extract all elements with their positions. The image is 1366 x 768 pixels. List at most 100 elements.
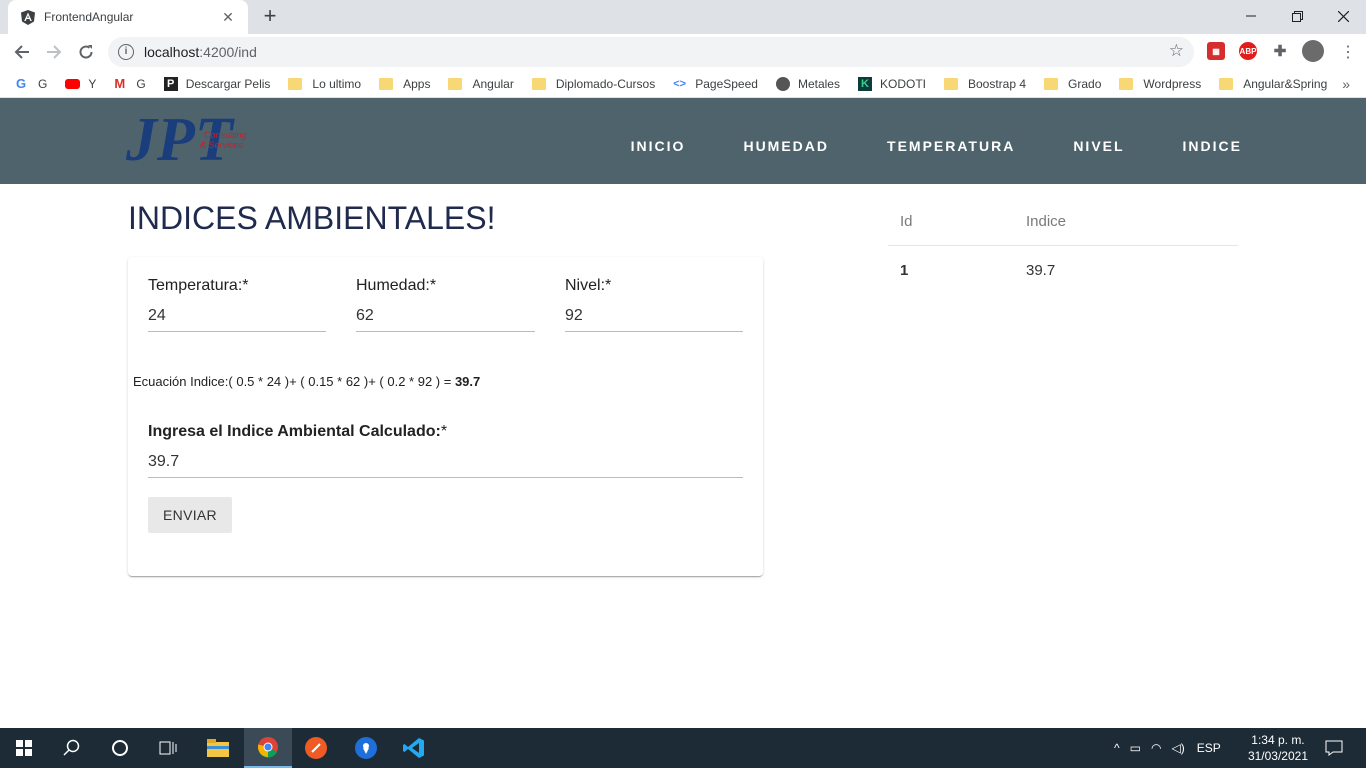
- table-header: Id Indice: [888, 198, 1238, 246]
- bookmark-label: Grado: [1068, 76, 1102, 91]
- bookmark-item[interactable]: Y: [65, 77, 96, 91]
- indice-form-card: Temperatura:* 24 Humedad:* 62 Nivel:* 92…: [128, 257, 763, 576]
- bookmark-item[interactable]: Wordpress: [1119, 77, 1201, 91]
- pagespeed-icon: <>: [673, 77, 687, 90]
- app-header: JPT Consulting & Services INICIO HUMEDAD…: [0, 98, 1366, 184]
- url-path: :4200/ind: [199, 44, 257, 60]
- temperatura-input[interactable]: 24: [148, 303, 326, 332]
- table-row: 1 39.7: [888, 246, 1238, 294]
- bookmark-item[interactable]: Metales: [775, 76, 840, 91]
- humedad-field: Humedad:* 62: [356, 277, 535, 332]
- nivel-label: Nivel:*: [565, 277, 612, 294]
- indice-label-text: Ingresa el Indice Ambiental Calculado:: [148, 423, 441, 440]
- indice-input[interactable]: 39.7: [148, 449, 743, 478]
- bookmark-label: Wordpress: [1143, 76, 1202, 91]
- youtube-icon: [65, 78, 81, 89]
- language-indicator[interactable]: ESP: [1197, 741, 1221, 755]
- close-window-icon[interactable]: [1320, 0, 1366, 32]
- nav-inicio[interactable]: INICIO: [631, 138, 686, 154]
- cortana-icon[interactable]: [96, 728, 144, 768]
- enviar-button[interactable]: ENVIAR: [148, 497, 232, 533]
- angular-icon: [20, 9, 36, 25]
- bookmark-item[interactable]: Boostrap 4: [944, 77, 1026, 91]
- reload-icon[interactable]: [72, 38, 100, 66]
- restore-icon[interactable]: [1274, 0, 1320, 32]
- bookmark-label: G: [136, 76, 146, 91]
- temperatura-label: Temperatura:*: [148, 277, 249, 294]
- address-bar[interactable]: i localhost:4200/ind ☆: [108, 37, 1194, 67]
- extension-red-icon[interactable]: ▦: [1207, 42, 1225, 60]
- equation-expression: Ecuación Indice:( 0.5 * 24 )+ ( 0.15 * 6…: [133, 374, 455, 389]
- google-icon: G: [16, 75, 27, 91]
- folder-icon: [1119, 77, 1134, 90]
- bookmark-item[interactable]: Angular&Spring: [1219, 77, 1327, 91]
- bookmark-label: Apps: [403, 76, 431, 91]
- nav-humedad[interactable]: HUMEDAD: [743, 138, 829, 154]
- windows-start-icon[interactable]: [0, 728, 48, 768]
- close-tab-icon[interactable]: ✕: [220, 9, 236, 25]
- system-tray: ^ ▭ ◠ ◁) ESP: [1114, 728, 1221, 768]
- folder-icon: [944, 77, 958, 90]
- bookmark-label: Diplomado-Cursos: [555, 76, 656, 91]
- bookmarks-overflow-icon[interactable]: »: [1342, 76, 1350, 92]
- gmail-icon: M: [114, 75, 126, 91]
- humedad-label: Humedad:*: [356, 277, 437, 294]
- p-icon: P: [163, 76, 178, 91]
- site-info-icon[interactable]: i: [118, 44, 134, 60]
- page-title: INDICES AMBIENTALES!: [128, 200, 496, 236]
- notifications-icon[interactable]: [1310, 728, 1358, 768]
- task-view-icon[interactable]: [144, 728, 192, 768]
- search-icon[interactable]: [48, 728, 96, 768]
- menu-kebab-icon[interactable]: ⋮: [1334, 38, 1362, 66]
- bookmark-item[interactable]: Apps: [379, 77, 430, 91]
- bookmark-item[interactable]: Grado: [1044, 77, 1101, 91]
- bookmark-item[interactable]: G G: [16, 75, 47, 91]
- battery-icon[interactable]: ▭: [1130, 741, 1141, 755]
- equation-text: Ecuación Indice:( 0.5 * 24 )+ ( 0.15 * 6…: [133, 374, 480, 389]
- bookmark-item[interactable]: Angular: [448, 76, 514, 91]
- vscode-icon[interactable]: [390, 728, 438, 768]
- bookmark-item[interactable]: Lo ultimo: [288, 77, 361, 91]
- nivel-input[interactable]: 92: [565, 303, 743, 332]
- file-explorer-icon[interactable]: [194, 728, 242, 768]
- bookmark-star-icon[interactable]: ☆: [1169, 41, 1184, 61]
- wifi-icon[interactable]: ◠: [1151, 741, 1161, 755]
- forward-icon[interactable]: [40, 38, 68, 66]
- bookmark-item[interactable]: Diplomado-Cursos: [531, 76, 656, 91]
- browser-tab[interactable]: FrontendAngular ✕: [8, 0, 248, 34]
- indice-label: Ingresa el Indice Ambiental Calculado:*: [148, 423, 743, 441]
- nav-indice[interactable]: INDICE: [1183, 138, 1242, 154]
- adblock-icon[interactable]: ABP: [1239, 42, 1257, 60]
- indice-field: Ingresa el Indice Ambiental Calculado:* …: [148, 423, 743, 478]
- new-tab-button[interactable]: +: [258, 5, 282, 29]
- bookmark-label: Angular: [472, 76, 514, 91]
- folder-icon: [448, 77, 463, 90]
- browser-toolbar: i localhost:4200/ind ☆ ▦ ABP ✚ ⋮: [0, 34, 1366, 70]
- bookmark-item[interactable]: M G: [114, 75, 146, 91]
- bookmark-item[interactable]: <> PageSpeed: [673, 77, 758, 91]
- clock-time: 1:34 p. m.: [1251, 733, 1305, 747]
- chrome-icon[interactable]: [244, 728, 292, 768]
- maps-pin-icon[interactable]: [342, 728, 390, 768]
- jpt-logo[interactable]: JPT Consulting & Services: [125, 100, 250, 174]
- humedad-input[interactable]: 62: [356, 303, 535, 332]
- bookmark-item[interactable]: P Descargar Pelis: [163, 76, 270, 91]
- nav-temperatura[interactable]: TEMPERATURA: [887, 138, 1015, 154]
- logo-sub1: Consulting: [204, 130, 247, 140]
- back-icon[interactable]: [8, 38, 36, 66]
- profile-avatar[interactable]: [1302, 40, 1324, 62]
- bookmark-label: Y: [88, 76, 97, 91]
- folder-icon: [288, 77, 303, 90]
- bookmark-item[interactable]: K KODOTI: [857, 76, 926, 91]
- minimize-icon[interactable]: [1228, 0, 1274, 32]
- cell-indice: 39.7: [1026, 261, 1056, 279]
- kodoti-icon: K: [857, 76, 872, 91]
- globe-icon: [775, 76, 790, 91]
- volume-icon[interactable]: ◁): [1171, 741, 1184, 755]
- tray-chevron-icon[interactable]: ^: [1114, 741, 1120, 755]
- postman-icon[interactable]: [292, 728, 340, 768]
- nav-nivel[interactable]: NIVEL: [1073, 138, 1124, 154]
- extensions-puzzle-icon[interactable]: ✚: [1271, 42, 1289, 60]
- bookmark-label: KODOTI: [879, 76, 926, 91]
- clock[interactable]: 1:34 p. m. 31/03/2021: [1248, 732, 1308, 764]
